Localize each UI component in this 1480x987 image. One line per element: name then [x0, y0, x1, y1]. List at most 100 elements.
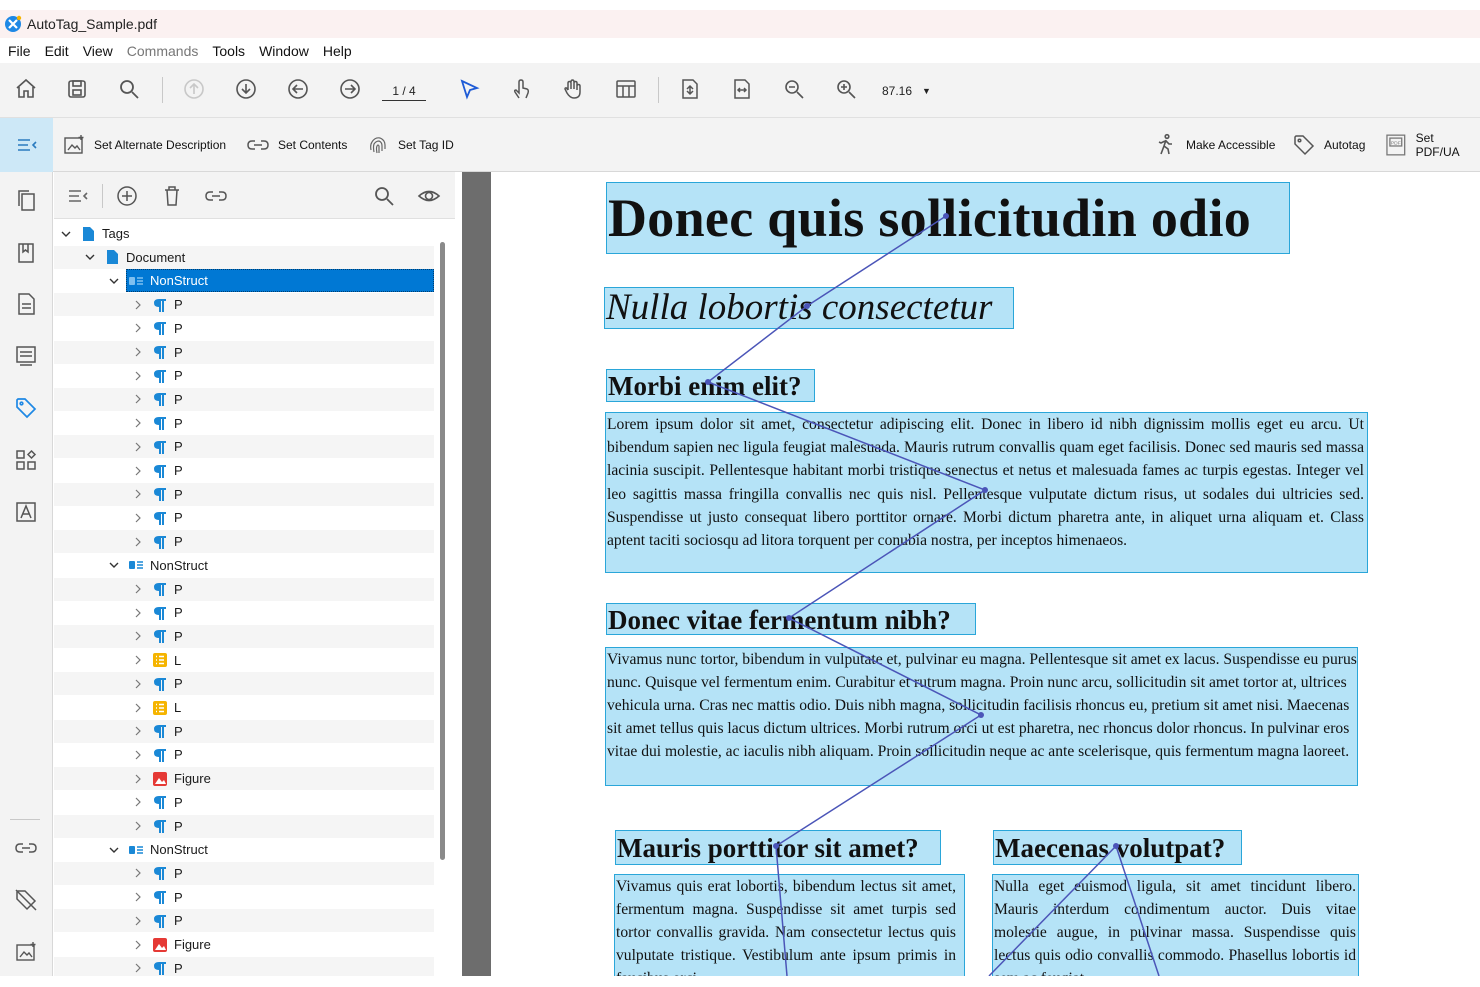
- tree-tag-p[interactable]: P: [54, 909, 434, 933]
- chevron-right-icon[interactable]: [132, 322, 144, 334]
- tree-tag-p[interactable]: P: [54, 577, 434, 601]
- chevron-right-icon[interactable]: [132, 299, 144, 311]
- chevron-right-icon[interactable]: [132, 488, 144, 500]
- home-button[interactable]: [9, 72, 43, 106]
- set-tag-id-button[interactable]: Set Tag ID: [366, 130, 454, 160]
- menu-help[interactable]: Help: [323, 43, 352, 59]
- tree-nonstruct[interactable]: NonStruct: [54, 838, 434, 861]
- chevron-down-icon[interactable]: [108, 275, 120, 287]
- tree-tag-figure[interactable]: Figure: [54, 767, 434, 791]
- delete-tag-button[interactable]: [158, 182, 186, 210]
- autotag-button[interactable]: Autotag: [1292, 130, 1365, 160]
- tree-tag-p[interactable]: P: [54, 624, 434, 648]
- chevron-right-icon[interactable]: [132, 630, 144, 642]
- tree-tag-p[interactable]: P: [54, 412, 434, 435]
- tree-tag-p[interactable]: P: [54, 340, 434, 364]
- tree-tag-l[interactable]: L: [54, 649, 434, 672]
- chevron-right-icon[interactable]: [132, 820, 144, 832]
- chevron-down-icon[interactable]: [108, 844, 120, 856]
- menu-view[interactable]: View: [83, 43, 113, 59]
- tag-highlight-heading-3[interactable]: Mauris porttitor sit amet?: [615, 830, 941, 865]
- menu-commands[interactable]: Commands: [127, 43, 199, 59]
- menu-edit[interactable]: Edit: [45, 43, 69, 59]
- structure-panel-button[interactable]: [12, 446, 40, 474]
- chevron-right-icon[interactable]: [132, 583, 144, 595]
- tree-tag-p[interactable]: P: [54, 886, 434, 909]
- tree-tag-p[interactable]: P: [54, 791, 434, 814]
- untag-panel-button[interactable]: [12, 886, 40, 914]
- select-tool-button[interactable]: [452, 72, 486, 106]
- tree-tag-p[interactable]: P: [54, 387, 434, 411]
- chevron-right-icon[interactable]: [132, 417, 144, 429]
- chevron-right-icon[interactable]: [132, 867, 144, 879]
- fit-width-button[interactable]: [725, 72, 759, 106]
- menu-window[interactable]: Window: [259, 43, 309, 59]
- link-tag-button[interactable]: [202, 182, 230, 210]
- menu-file[interactable]: File: [8, 43, 31, 59]
- tag-highlight-heading-4[interactable]: Maecenas volutpat?: [993, 830, 1242, 865]
- tree-tag-p[interactable]: P: [54, 435, 434, 459]
- chevron-right-icon[interactable]: [132, 796, 144, 808]
- tree-tag-p[interactable]: P: [54, 719, 434, 743]
- bookmarks-panel-button[interactable]: [12, 238, 40, 266]
- tree-tag-p[interactable]: P: [54, 482, 434, 506]
- layout-button[interactable]: [609, 72, 643, 106]
- tree-tag-p[interactable]: P: [54, 743, 434, 766]
- tree-tag-p[interactable]: P: [54, 814, 434, 838]
- menu-tools[interactable]: Tools: [212, 43, 245, 59]
- save-button[interactable]: [60, 72, 94, 106]
- chevron-right-icon[interactable]: [132, 962, 144, 974]
- tree-tag-p[interactable]: P: [54, 601, 434, 624]
- fit-page-button[interactable]: [673, 72, 707, 106]
- tree-tag-p[interactable]: P: [54, 956, 434, 976]
- fonts-panel-button[interactable]: [12, 498, 40, 526]
- make-accessible-button[interactable]: Make Accessible: [1154, 130, 1275, 160]
- set-alternate-description-button[interactable]: Set Alternate Description: [62, 130, 226, 160]
- tag-highlight-paragraph-1[interactable]: Lorem ipsum dolor sit amet, consectetur …: [605, 412, 1368, 573]
- tree-tag-p[interactable]: P: [54, 530, 434, 554]
- tree-document[interactable]: Document: [54, 245, 434, 269]
- tree-tag-figure[interactable]: Figure: [54, 933, 434, 956]
- zoom-dropdown[interactable]: 87.16 ▼: [882, 81, 952, 101]
- tags-scrollbar[interactable]: [440, 242, 445, 860]
- tree-tag-p[interactable]: P: [54, 506, 434, 529]
- search-tags-button[interactable]: [370, 182, 398, 210]
- chevron-right-icon[interactable]: [132, 773, 144, 785]
- chevron-right-icon[interactable]: [132, 607, 144, 619]
- chevron-right-icon[interactable]: [132, 465, 144, 477]
- set-contents-button[interactable]: Set Contents: [246, 130, 347, 160]
- chevron-right-icon[interactable]: [132, 654, 144, 666]
- hand-tool-button[interactable]: [556, 72, 590, 106]
- add-tag-button[interactable]: [113, 182, 141, 210]
- alt-text-panel-button[interactable]: [12, 938, 40, 966]
- previous-view-button[interactable]: [281, 72, 315, 106]
- chevron-right-icon[interactable]: [132, 915, 144, 927]
- chevron-right-icon[interactable]: [132, 346, 144, 358]
- tree-tag-p[interactable]: P: [54, 364, 434, 387]
- chevron-right-icon[interactable]: [132, 725, 144, 737]
- tag-highlight-subtitle[interactable]: Nulla lobortis consectetur: [604, 287, 1014, 329]
- tree-root-tags[interactable]: Tags: [54, 222, 434, 245]
- tree-tag-l[interactable]: L: [54, 696, 434, 719]
- tag-highlight-heading-2[interactable]: Donec vitae fermentum nibh?: [606, 603, 976, 635]
- first-page-button[interactable]: [177, 72, 211, 106]
- toggle-panel-button[interactable]: [0, 118, 53, 172]
- pages-panel-button[interactable]: [12, 186, 40, 214]
- chevron-right-icon[interactable]: [132, 512, 144, 524]
- tree-tag-p[interactable]: P: [54, 861, 434, 885]
- tree-tag-p[interactable]: P: [54, 293, 434, 317]
- chevron-right-icon[interactable]: [132, 678, 144, 690]
- chevron-right-icon[interactable]: [132, 702, 144, 714]
- search-button[interactable]: [112, 72, 146, 106]
- next-page-button[interactable]: [229, 72, 263, 106]
- tag-highlight-title[interactable]: Donec quis sollicitudin odio: [606, 182, 1290, 254]
- comments-panel-button[interactable]: [12, 342, 40, 370]
- document-panel-button[interactable]: [12, 290, 40, 318]
- chevron-right-icon[interactable]: [132, 441, 144, 453]
- page-number-input[interactable]: 1 / 4: [382, 81, 426, 101]
- zoom-in-button[interactable]: [829, 72, 863, 106]
- set-pdfua-button[interactable]: PDF Set PDF/UA: [1384, 130, 1480, 160]
- chevron-right-icon[interactable]: [132, 749, 144, 761]
- tree-tag-p[interactable]: P: [54, 672, 434, 696]
- touch-tool-button[interactable]: [504, 72, 538, 106]
